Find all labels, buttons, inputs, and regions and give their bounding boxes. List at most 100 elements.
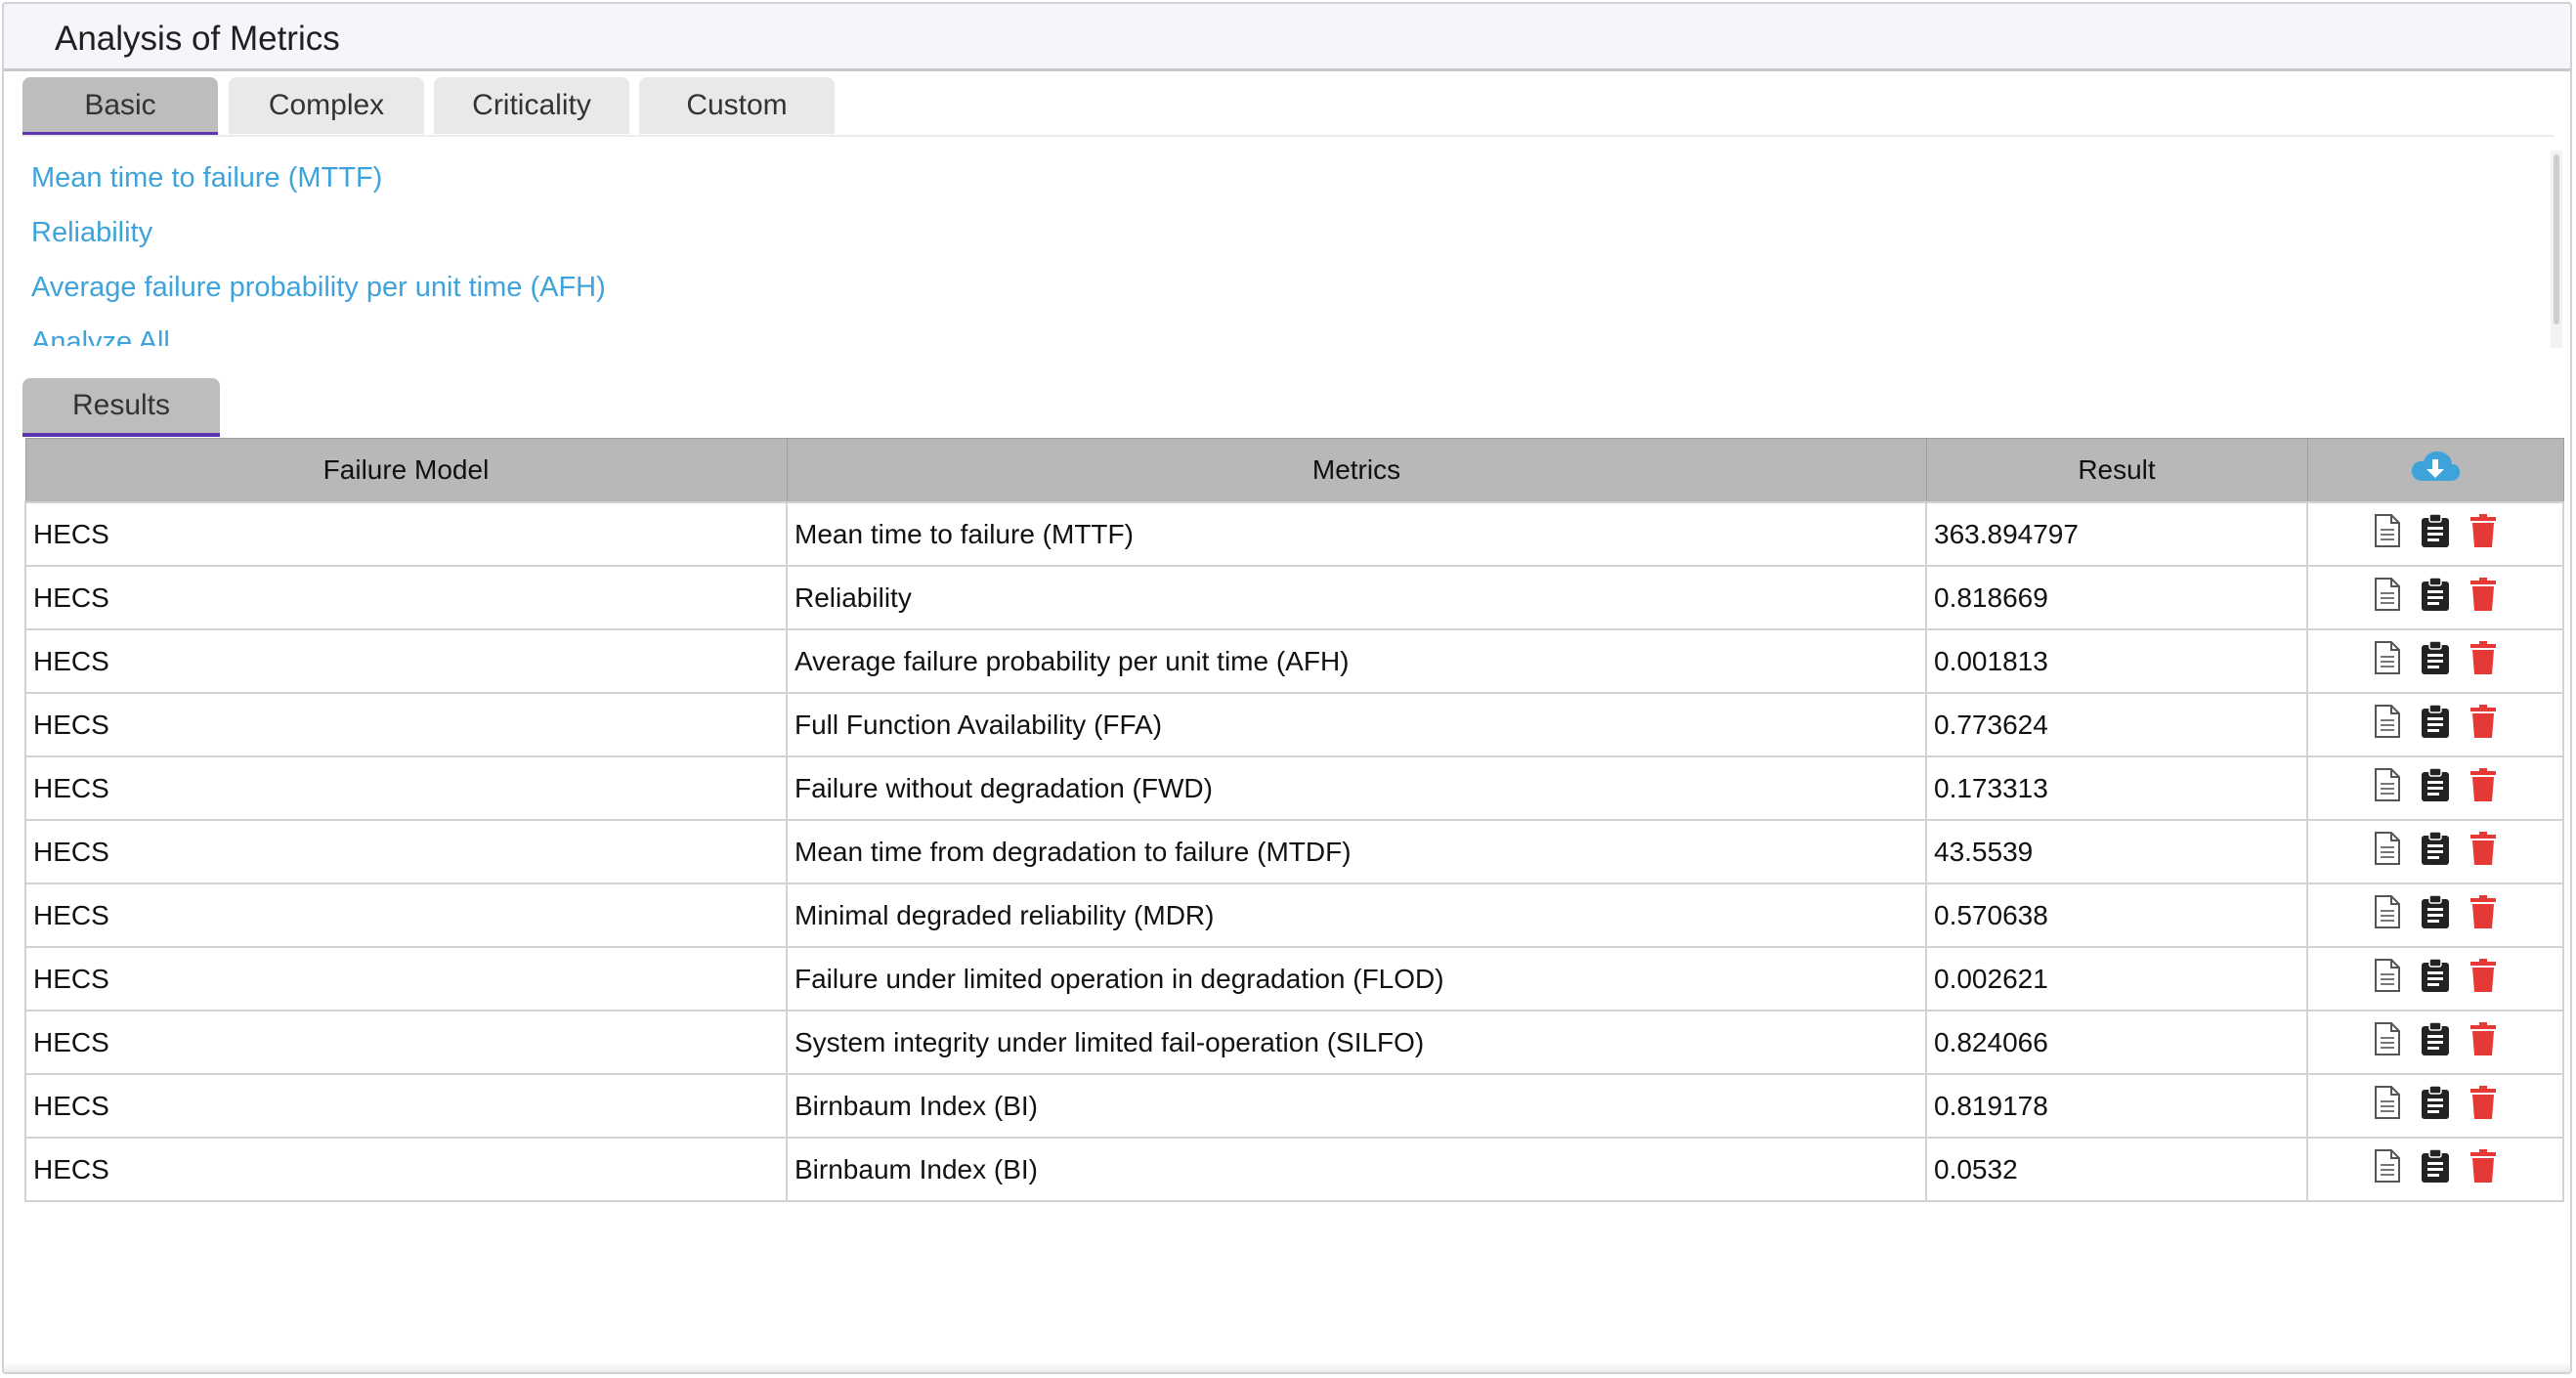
document-icon[interactable]: [2374, 894, 2401, 936]
cell-failure-model: HECS: [24, 946, 788, 1012]
document-icon[interactable]: [2374, 831, 2401, 873]
document-icon[interactable]: [2374, 1085, 2401, 1127]
cell-failure-model: HECS: [24, 628, 788, 694]
trash-icon[interactable]: [2469, 767, 2497, 809]
cell-result: 0.173313: [1925, 755, 2308, 821]
metric-link-afh[interactable]: Average failure probability per unit tim…: [31, 272, 606, 304]
table-row: HECS Minimal degraded reliability (MDR) …: [24, 883, 2564, 948]
metric-link-reliability[interactable]: Reliability: [31, 217, 152, 249]
table-row: HECS Reliability 0.818669: [24, 565, 2564, 630]
cell-actions: [2306, 1137, 2564, 1202]
metric-link-list: Mean time to failure (MTTF) Reliability …: [22, 149, 2544, 346]
cell-actions: [2306, 755, 2564, 821]
clipboard-icon[interactable]: [2421, 1085, 2450, 1127]
table-row: HECS Full Function Availability (FFA) 0.…: [24, 692, 2564, 757]
trash-icon[interactable]: [2469, 513, 2497, 555]
document-icon[interactable]: [2374, 513, 2401, 555]
clipboard-icon[interactable]: [2421, 704, 2450, 746]
cell-result: 0.002621: [1925, 946, 2308, 1012]
cell-actions: [2306, 565, 2564, 630]
app-window: Analysis of Metrics Basic Complex Critic…: [2, 2, 2572, 1374]
clipboard-icon[interactable]: [2421, 640, 2450, 682]
metric-link-mttf[interactable]: Mean time to failure (MTTF): [31, 162, 382, 194]
cell-result: 0.818669: [1925, 565, 2308, 630]
column-header-result: Result: [1925, 438, 2308, 503]
document-icon[interactable]: [2374, 640, 2401, 682]
trash-icon[interactable]: [2469, 640, 2497, 682]
cell-failure-model: HECS: [24, 501, 788, 567]
clipboard-icon[interactable]: [2421, 1021, 2450, 1063]
clipboard-icon[interactable]: [2421, 958, 2450, 1000]
metric-link-analyze-all[interactable]: Analyze All: [31, 326, 170, 346]
cell-metric: Minimal degraded reliability (MDR): [786, 883, 1927, 948]
clipboard-icon[interactable]: [2421, 894, 2450, 936]
clipboard-icon[interactable]: [2421, 831, 2450, 873]
trash-icon[interactable]: [2469, 894, 2497, 936]
cloud-download-icon[interactable]: [2410, 450, 2461, 492]
metric-list-scrollbar[interactable]: [2551, 151, 2562, 348]
table-row: HECS Failure under limited operation in …: [24, 946, 2564, 1012]
cell-result: 0.773624: [1925, 692, 2308, 757]
cell-metric: Failure under limited operation in degra…: [786, 946, 1927, 1012]
cell-failure-model: HECS: [24, 565, 788, 630]
cell-actions: [2306, 1073, 2564, 1139]
cell-metric: Full Function Availability (FFA): [786, 692, 1927, 757]
clipboard-icon[interactable]: [2421, 577, 2450, 619]
clipboard-icon[interactable]: [2421, 767, 2450, 809]
cell-actions: [2306, 883, 2564, 948]
document-icon[interactable]: [2374, 577, 2401, 619]
cell-result: 0.001813: [1925, 628, 2308, 694]
cell-metric: Birnbaum Index (BI): [786, 1073, 1927, 1139]
cell-actions: [2306, 628, 2564, 694]
cell-failure-model: HECS: [24, 755, 788, 821]
cell-metric: Birnbaum Index (BI): [786, 1137, 1927, 1202]
trash-icon[interactable]: [2469, 577, 2497, 619]
clipboard-icon[interactable]: [2421, 1148, 2450, 1190]
document-icon[interactable]: [2374, 958, 2401, 1000]
cell-actions: [2306, 692, 2564, 757]
cell-metric: Reliability: [786, 565, 1927, 630]
bottom-edge: [4, 1362, 2570, 1372]
trash-icon[interactable]: [2469, 1085, 2497, 1127]
tab-criticality[interactable]: Criticality: [434, 77, 629, 134]
cell-failure-model: HECS: [24, 692, 788, 757]
trash-icon[interactable]: [2469, 704, 2497, 746]
scrollbar-thumb[interactable]: [2554, 154, 2559, 324]
tabs-divider: [22, 135, 2555, 137]
results-table: Failure Model Metrics Result HECS Mean t…: [24, 438, 2564, 1202]
cell-metric: Failure without degradation (FWD): [786, 755, 1927, 821]
document-icon[interactable]: [2374, 1148, 2401, 1190]
table-row: HECS Mean time from degradation to failu…: [24, 819, 2564, 884]
clipboard-icon[interactable]: [2421, 513, 2450, 555]
trash-icon[interactable]: [2469, 958, 2497, 1000]
column-header-actions: [2306, 438, 2564, 503]
document-icon[interactable]: [2374, 767, 2401, 809]
tab-custom[interactable]: Custom: [639, 77, 835, 134]
document-icon[interactable]: [2374, 704, 2401, 746]
tab-results[interactable]: Results: [22, 378, 220, 437]
cell-actions: [2306, 501, 2564, 567]
table-header-row: Failure Model Metrics Result: [24, 438, 2564, 503]
trash-icon[interactable]: [2469, 1021, 2497, 1063]
cell-result: 0.0532: [1925, 1137, 2308, 1202]
document-icon[interactable]: [2374, 1021, 2401, 1063]
cell-result: 0.824066: [1925, 1010, 2308, 1075]
cell-metric: System integrity under limited fail-oper…: [786, 1010, 1927, 1075]
table-row: HECS Average failure probability per uni…: [24, 628, 2564, 694]
trash-icon[interactable]: [2469, 1148, 2497, 1190]
cell-metric: Mean time from degradation to failure (M…: [786, 819, 1927, 884]
cell-result: 43.5539: [1925, 819, 2308, 884]
results-table-body: HECS Mean time to failure (MTTF) 363.894…: [24, 501, 2564, 1202]
cell-actions: [2306, 946, 2564, 1012]
title-bar: Analysis of Metrics: [4, 4, 2570, 71]
cell-metric: Average failure probability per unit tim…: [786, 628, 1927, 694]
table-row: HECS Mean time to failure (MTTF) 363.894…: [24, 501, 2564, 567]
tab-basic[interactable]: Basic: [22, 77, 218, 136]
cell-failure-model: HECS: [24, 1137, 788, 1202]
cell-failure-model: HECS: [24, 883, 788, 948]
trash-icon[interactable]: [2469, 831, 2497, 873]
cell-failure-model: HECS: [24, 1073, 788, 1139]
tab-complex[interactable]: Complex: [229, 77, 424, 134]
column-header-failure-model: Failure Model: [24, 438, 788, 503]
column-header-metrics: Metrics: [786, 438, 1927, 503]
